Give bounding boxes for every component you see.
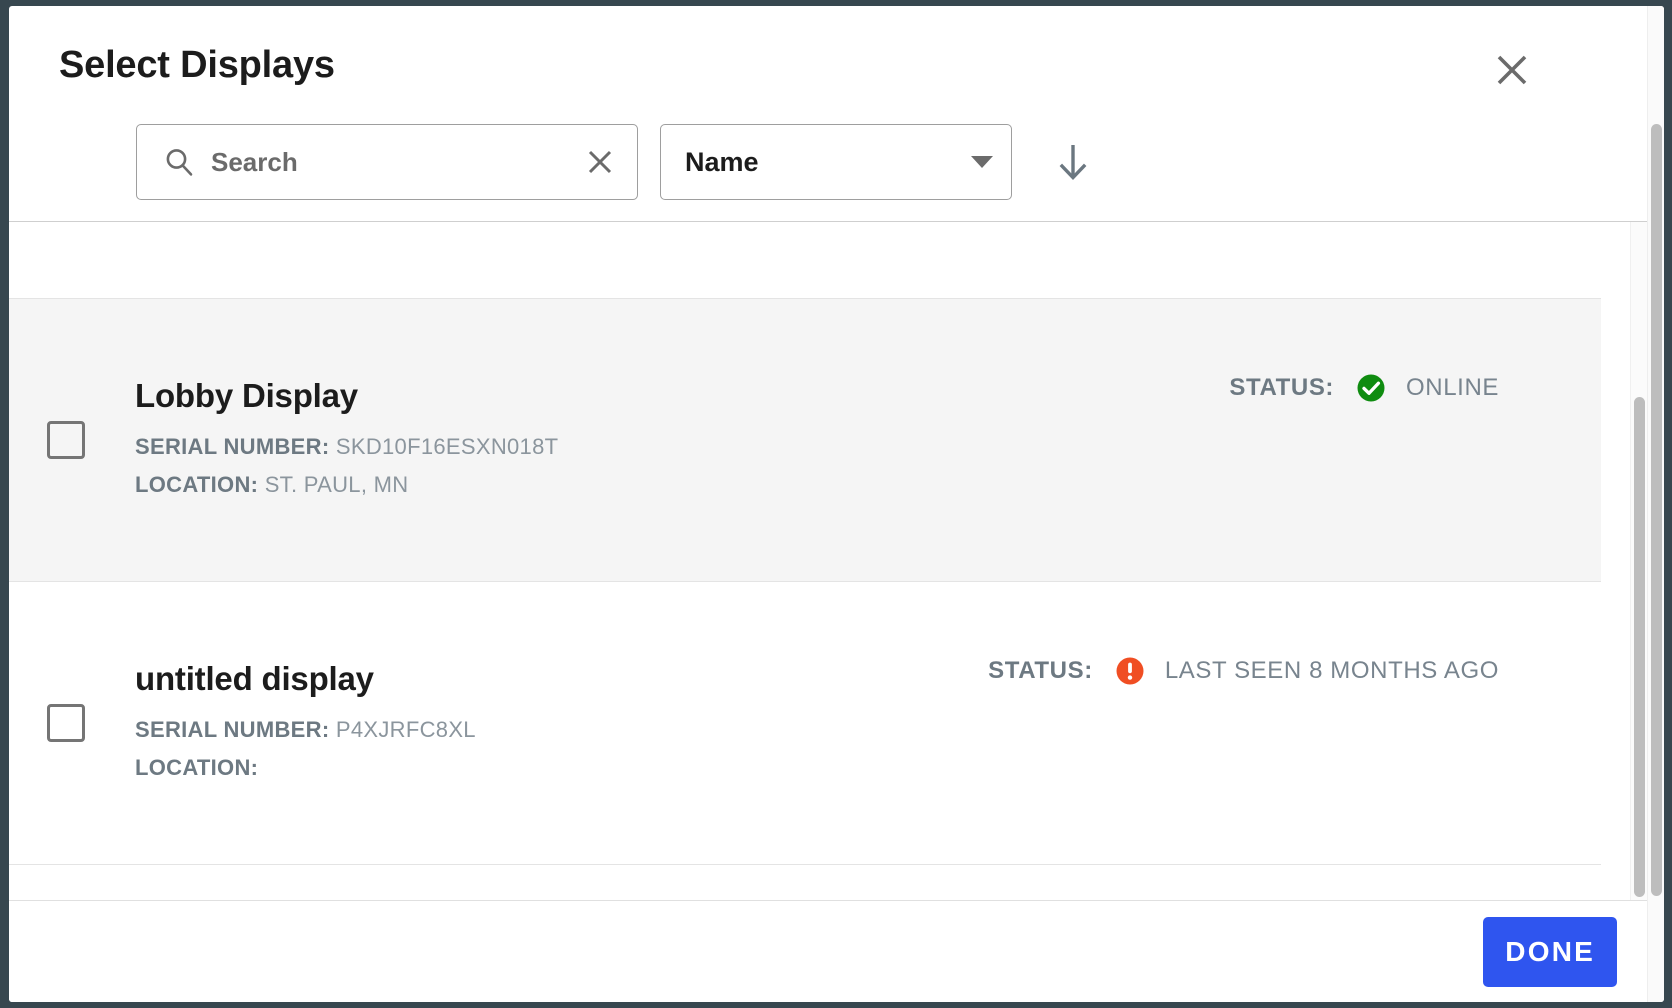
displays-list: Lobby Display SERIAL NUMBER: SKD10F16ESX… [9,222,1664,902]
list-scrollbar-thumb[interactable] [1634,397,1645,897]
serial-number-value: P4XJRFC8XL [335,716,476,742]
status-label: STATUS: [1229,374,1335,401]
table-row[interactable]: untitled display SERIAL NUMBER: P4XJRFC8… [9,582,1601,865]
row-checkbox[interactable] [47,421,85,459]
sort-by-value: Name [685,146,759,177]
chevron-down-icon [971,156,993,168]
location-label: LOCATION: [135,754,259,780]
location-label: LOCATION: [135,471,259,497]
serial-number-line: SERIAL NUMBER: SKD10F16ESXN018T [135,428,1229,466]
page-title: Select Displays [59,43,335,86]
location-line: LOCATION: [135,749,988,787]
location-line: LOCATION: ST. PAUL, MN [135,466,1229,504]
sort-by-select[interactable]: Name [660,124,1012,200]
display-name: Lobby Display [135,376,358,414]
check-circle-icon [1356,373,1386,403]
page-scrollbar[interactable] [1647,6,1664,1002]
table-row[interactable]: Lobby Display SERIAL NUMBER: SKD10F16ESX… [9,299,1601,582]
status-label: STATUS: [988,657,1093,684]
displays-list-scroll-area: Lobby Display SERIAL NUMBER: SKD10F16ESX… [9,222,1601,902]
location-value: ST. PAUL, MN [264,471,409,497]
search-icon [163,146,195,178]
serial-number-line: SERIAL NUMBER: P4XJRFC8XL [135,711,988,749]
status-badge: STATUS: ONLINE [1229,373,1601,403]
status-badge: STATUS: LAST SEEN 8 MONTHS AGO [988,656,1601,686]
status-value: ONLINE [1406,374,1499,401]
search-input[interactable] [195,146,583,178]
list-scrollbar[interactable] [1630,222,1647,902]
serial-number-label: SERIAL NUMBER: [135,716,330,742]
list-toolbar: Name [9,124,1664,222]
close-icon[interactable] [1489,47,1535,93]
select-displays-dialog: Select Displays Name [9,6,1664,1002]
row-details: untitled display SERIAL NUMBER: P4XJRFC8… [135,660,988,787]
status-value: LAST SEEN 8 MONTHS AGO [1164,657,1499,684]
dialog-titlebar: Select Displays [9,6,1664,124]
clear-search-icon[interactable] [583,145,617,179]
display-name: untitled display [135,659,374,697]
page-scrollbar-thumb[interactable] [1651,124,1662,896]
serial-number-label: SERIAL NUMBER: [135,433,330,459]
list-row-partial [9,222,1601,299]
row-checkbox[interactable] [47,704,85,742]
dialog-footer: DONE [9,900,1647,1002]
row-details: Lobby Display SERIAL NUMBER: SKD10F16ESX… [135,377,1229,504]
serial-number-value: SKD10F16ESXN018T [335,433,559,459]
done-button[interactable]: DONE [1483,916,1617,987]
search-field[interactable] [136,124,638,200]
arrow-down-icon [1059,145,1087,180]
alert-circle-icon [1115,656,1145,686]
sort-direction-button[interactable] [1048,124,1098,200]
